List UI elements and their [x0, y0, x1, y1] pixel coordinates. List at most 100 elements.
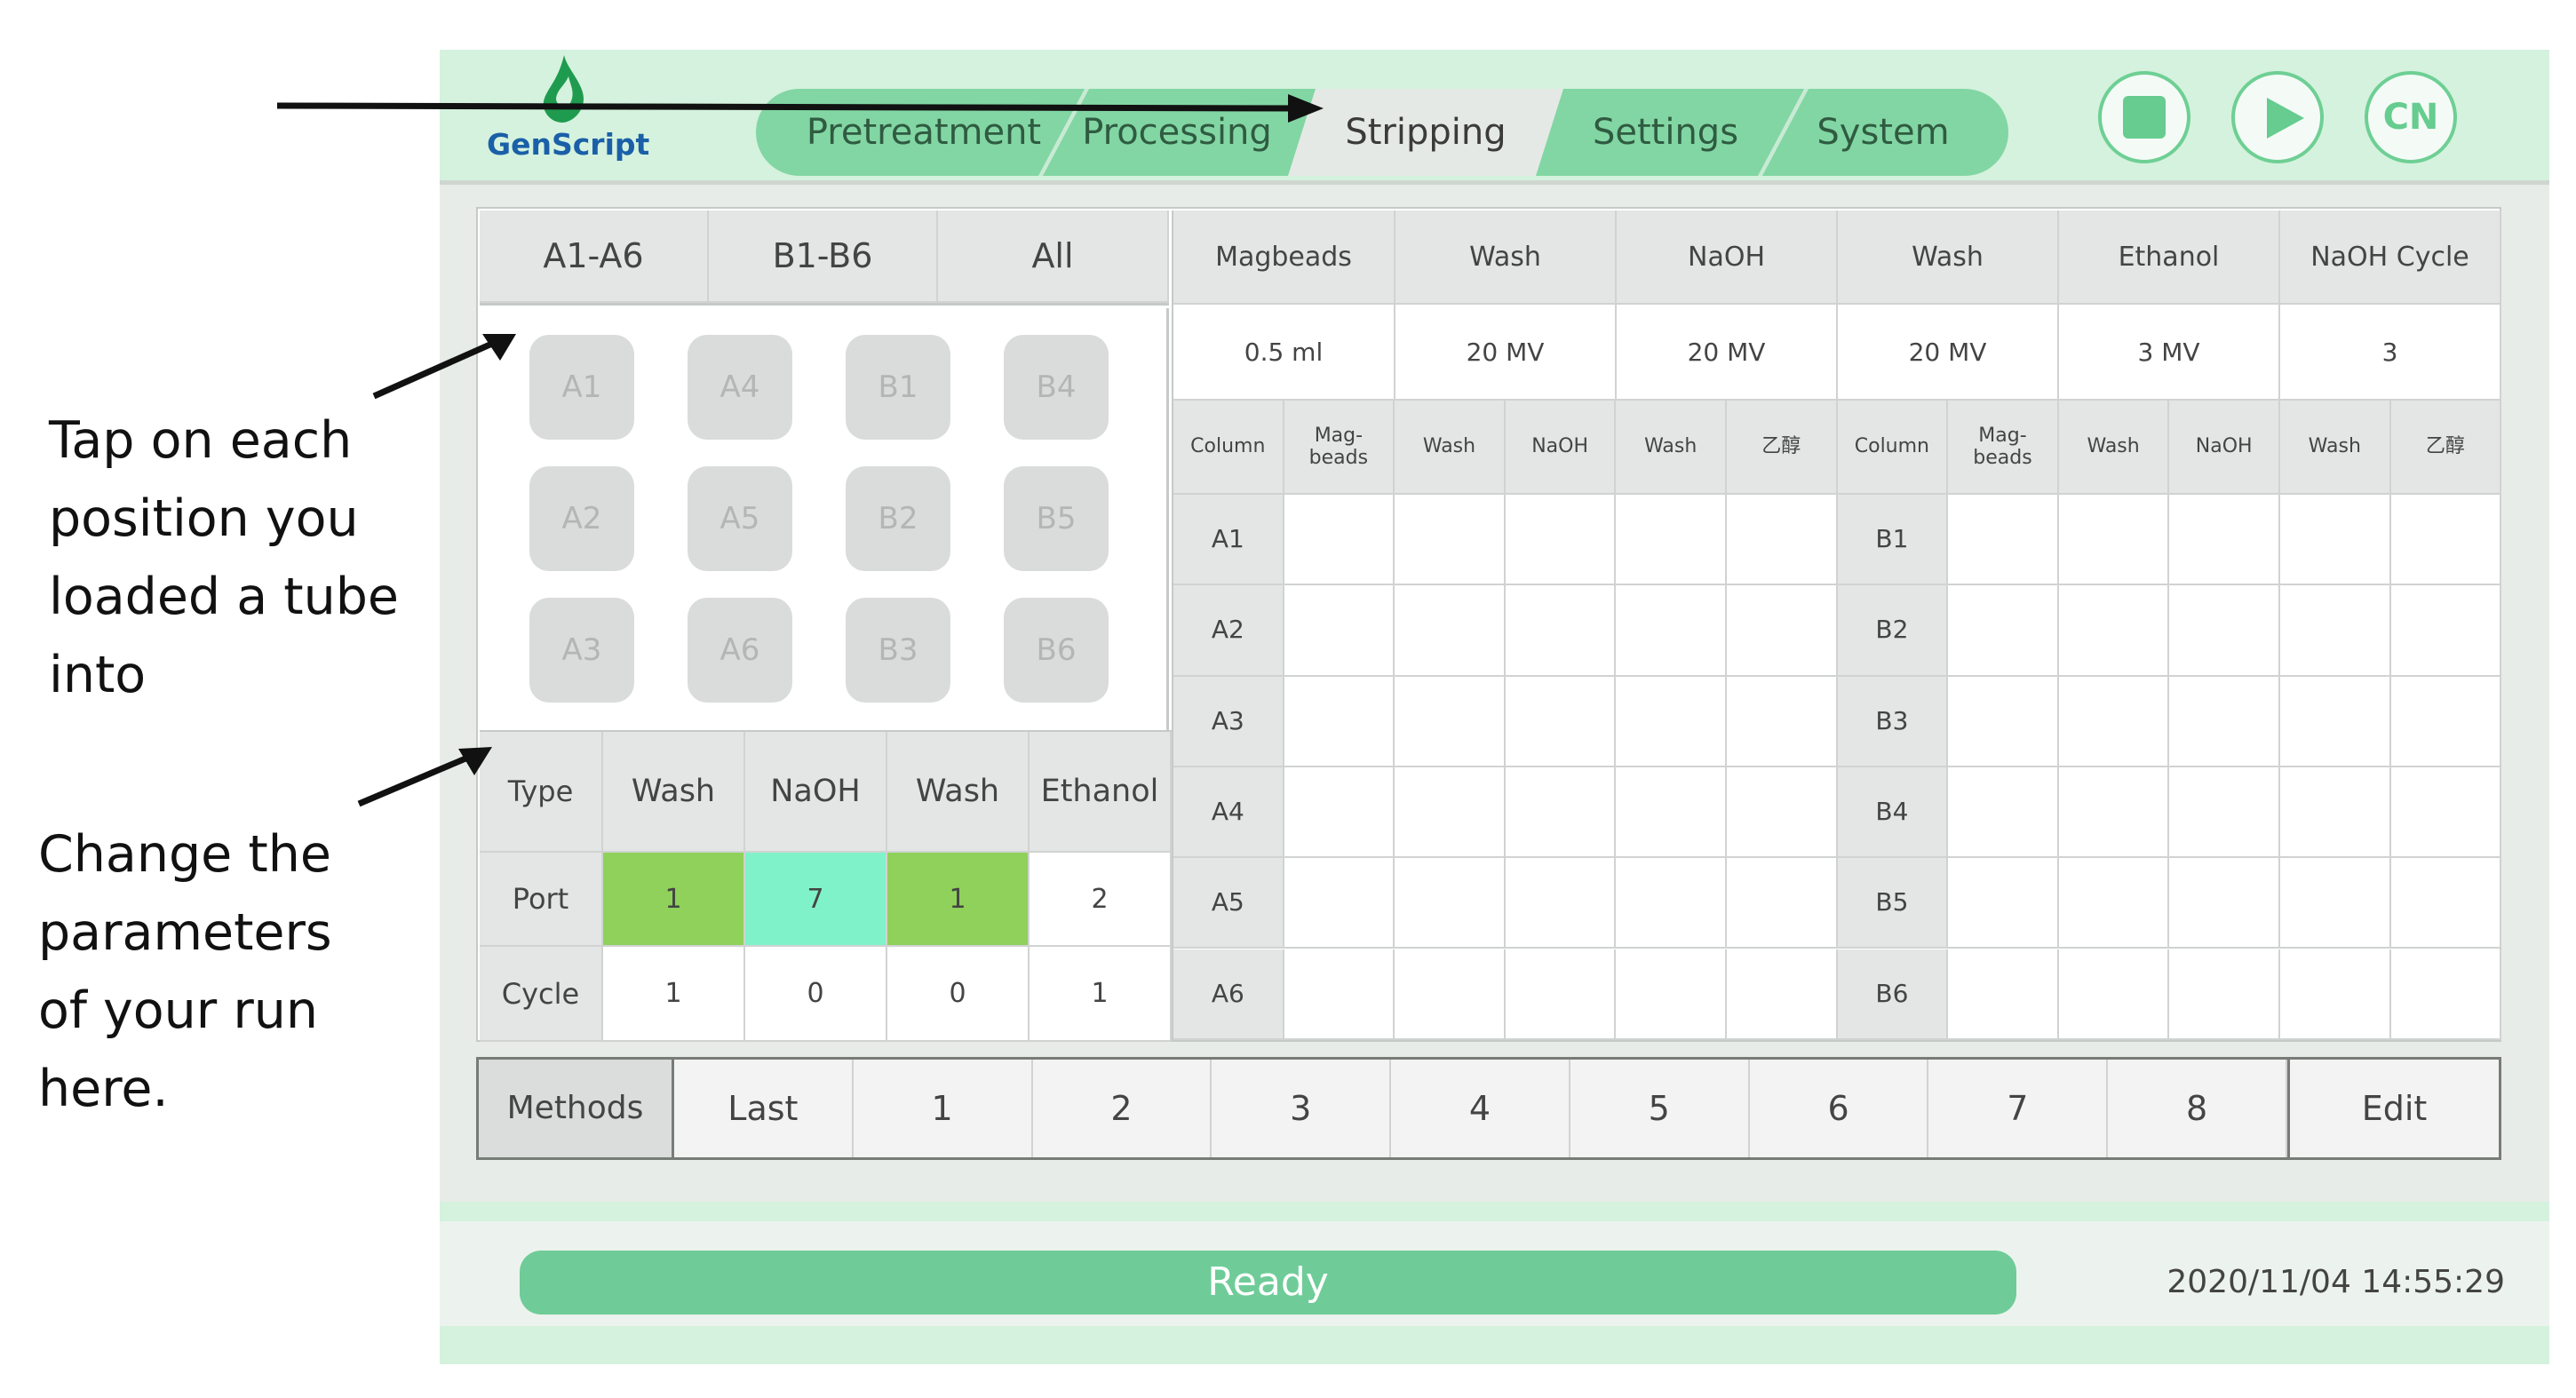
grid-cell: [1948, 858, 2059, 949]
grid-row-label: B4: [1837, 767, 1949, 859]
group-all-button[interactable]: All: [938, 210, 1169, 303]
well-button[interactable]: B2: [846, 466, 950, 571]
grid-header: Wash: [2280, 401, 2391, 495]
method-button[interactable]: 6: [1749, 1060, 1929, 1157]
grid-cell: [2169, 858, 2280, 949]
cycle-value[interactable]: 0: [887, 947, 1030, 1042]
port-value[interactable]: 1: [887, 853, 1030, 947]
cycle-value[interactable]: 1: [603, 947, 745, 1042]
group-selector: A1-A6 B1-B6 All: [480, 210, 1169, 306]
method-button[interactable]: 1: [853, 1060, 1033, 1157]
status-text: Ready: [520, 1251, 2016, 1315]
well-button[interactable]: B3: [846, 598, 950, 703]
grid-cell: [1284, 495, 1395, 586]
grid-header: Wash: [1395, 401, 1506, 495]
params-table: Type Wash NaOH Wash Ethanol Port 1 7 1 2…: [480, 730, 1172, 1042]
well-button[interactable]: A2: [529, 466, 634, 571]
well-button[interactable]: B4: [1004, 335, 1109, 440]
method-button[interactable]: 3: [1212, 1060, 1392, 1157]
step-value[interactable]: 0.5 ml: [1173, 305, 1395, 401]
step-name: Magbeads: [1173, 210, 1395, 305]
well-button[interactable]: A5: [688, 466, 792, 571]
tab-stripping[interactable]: Stripping: [1297, 89, 1554, 176]
grid-header: 乙醇: [2390, 401, 2502, 495]
edit-button[interactable]: Edit: [2287, 1060, 2499, 1157]
grid-row-label: B3: [1837, 676, 1949, 767]
port-value[interactable]: 2: [1030, 853, 1172, 947]
methods-list: Last 1 2 3 4 5 6 7 8: [674, 1060, 2287, 1157]
pointer-arrow: [276, 94, 1324, 123]
well-button[interactable]: B1: [846, 335, 950, 440]
grid-cell: [1505, 585, 1617, 677]
grid-cell: [2169, 949, 2280, 1040]
cycle-value[interactable]: 1: [1030, 947, 1172, 1042]
grid-cell: [1948, 585, 2059, 677]
grid-cell: [1616, 858, 1727, 949]
grid-cell: [1284, 767, 1395, 859]
type-header: NaOH: [745, 732, 887, 853]
grid-cell: [2169, 585, 2280, 677]
grid-header: Mag- beads: [1284, 401, 1395, 495]
step-value[interactable]: 20 MV: [1617, 305, 1838, 401]
well-button[interactable]: A1: [529, 335, 634, 440]
tab-system[interactable]: System: [1785, 89, 1981, 176]
port-value[interactable]: 1: [603, 853, 745, 947]
group-a1-a6-button[interactable]: A1-A6: [480, 210, 709, 303]
grid-cell: [2169, 495, 2280, 586]
grid-header: Column: [1173, 401, 1284, 495]
step-value[interactable]: 20 MV: [1838, 305, 2059, 401]
step-value[interactable]: 3: [2280, 305, 2501, 401]
play-button[interactable]: [2231, 71, 2324, 163]
timestamp: 2020/11/04 14:55:29: [2167, 1264, 2505, 1300]
annotation-change: Change the parameters of your run here.: [38, 815, 411, 1128]
well-button[interactable]: A6: [688, 598, 792, 703]
grid-cell: [1395, 949, 1506, 1040]
stop-button[interactable]: [2098, 71, 2190, 163]
step-value[interactable]: 20 MV: [1395, 305, 1617, 401]
grid-cell: [1948, 949, 2059, 1040]
step-name: NaOH Cycle: [2280, 210, 2501, 305]
step-value[interactable]: 3 MV: [2059, 305, 2280, 401]
well-button[interactable]: B5: [1004, 466, 1109, 571]
group-b1-b6-button[interactable]: B1-B6: [709, 210, 938, 303]
grid-cell: [1727, 949, 1838, 1040]
method-button[interactable]: 5: [1570, 1060, 1750, 1157]
grid-header: NaOH: [1505, 401, 1617, 495]
grid-cell: [2280, 767, 2391, 859]
steps-table: Magbeads Wash NaOH Wash Ethanol NaOH Cyc…: [1172, 210, 2501, 401]
well-button[interactable]: A4: [688, 335, 792, 440]
grid-row-label: B5: [1837, 858, 1949, 949]
well-button[interactable]: A3: [529, 598, 634, 703]
cycle-value[interactable]: 0: [745, 947, 887, 1042]
method-button[interactable]: Last: [674, 1060, 854, 1157]
grid-cell: [1395, 767, 1506, 859]
grid-cell: [1616, 949, 1727, 1040]
grid-row-label: B1: [1837, 495, 1949, 586]
language-button[interactable]: CN: [2365, 71, 2457, 163]
method-button[interactable]: 7: [1928, 1060, 2109, 1157]
method-button[interactable]: 8: [2108, 1060, 2287, 1157]
step-name: NaOH: [1617, 210, 1838, 305]
method-button[interactable]: 2: [1032, 1060, 1212, 1157]
grid-cell: [1284, 949, 1395, 1040]
method-button[interactable]: 4: [1391, 1060, 1570, 1157]
grid-cell: [1727, 676, 1838, 767]
methods-bar: Methods Last 1 2 3 4 5 6 7 8 Edit: [476, 1057, 2501, 1160]
step-name: Ethanol: [2059, 210, 2280, 305]
grid-header: Mag- beads: [1948, 401, 2059, 495]
grid-cell: [2280, 585, 2391, 677]
grid-cell: [2280, 949, 2391, 1040]
grid-row-label: A5: [1173, 858, 1284, 949]
grid-row-label: A4: [1173, 767, 1284, 859]
tab-settings[interactable]: Settings: [1563, 89, 1768, 176]
grid-cell: [2058, 676, 2170, 767]
grid-cell: [2390, 949, 2502, 1040]
grid-header: Wash: [2058, 401, 2170, 495]
grid-row-label: B2: [1837, 585, 1949, 677]
well-button[interactable]: B6: [1004, 598, 1109, 703]
grid-header: Column: [1837, 401, 1949, 495]
grid-cell: [2390, 767, 2502, 859]
cycle-label: Cycle: [480, 947, 603, 1042]
port-value[interactable]: 7: [745, 853, 887, 947]
grid-cell: [1616, 767, 1727, 859]
